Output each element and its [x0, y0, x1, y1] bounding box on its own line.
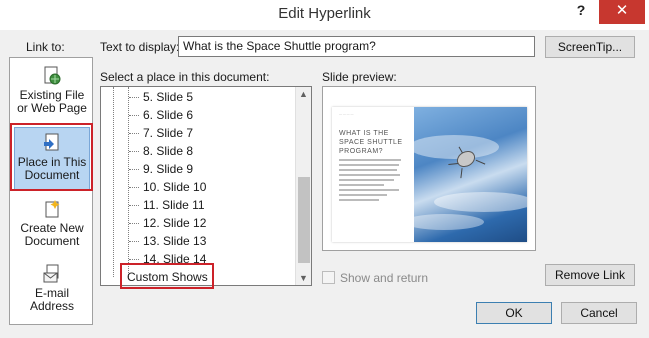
ok-button[interactable]: OK [476, 302, 552, 324]
slide-thumbnail: — — — — WHAT IS THE SPACE SHUTTLE PROGRA… [332, 107, 527, 242]
tree-item-label: 7. Slide 7 [143, 126, 194, 140]
link-to-label: Link to: [26, 40, 65, 54]
window-title: Edit Hyperlink [278, 5, 371, 22]
link-existing-file-line2: or Web Page [17, 101, 87, 115]
tree-item-label: 5. Slide 5 [143, 90, 194, 104]
link-create-new-document[interactable]: Create New Document [14, 199, 90, 259]
link-to-panel: Existing File or Web Page Place in This … [9, 57, 93, 325]
help-button[interactable]: ? [570, 2, 592, 22]
link-create-line1: Create New [20, 221, 84, 235]
link-create-line2: Document [24, 234, 80, 248]
tree-item-slide-7[interactable]: 7. Slide 7 [129, 124, 194, 142]
tree-item-slide-5[interactable]: 5. Slide 5 [129, 88, 194, 106]
tree-item-slide-9[interactable]: 9. Slide 9 [129, 160, 194, 178]
tree-item-label: 8. Slide 8 [143, 144, 194, 158]
link-email-line2: Address [29, 299, 75, 313]
link-email-address[interactable]: E-mail Address [14, 264, 90, 324]
satellite-photo [414, 107, 527, 242]
tree-guide-outer [113, 87, 114, 277]
slide-body-text-lines [339, 159, 407, 204]
show-and-return-checkbox[interactable] [322, 271, 335, 284]
show-and-return-label: Show and return [340, 271, 429, 285]
tree-scrollbar[interactable]: ▲ ▼ [295, 87, 311, 285]
place-tree[interactable]: 5. Slide 5 6. Slide 6 7. Slide 7 8. Slid… [100, 86, 312, 286]
text-to-display-label: Text to display: [100, 40, 180, 54]
link-existing-file-line1: Existing File [19, 88, 85, 102]
scroll-down-arrow-icon[interactable]: ▼ [299, 273, 308, 283]
slide-preview-label: Slide preview: [322, 70, 397, 84]
tree-item-label: 6. Slide 6 [143, 108, 194, 122]
select-place-label: Select a place in this document: [100, 70, 270, 84]
tree-item-label: 12. Slide 12 [143, 216, 207, 230]
tree-item-slide-8[interactable]: 8. Slide 8 [129, 142, 194, 160]
tree-item-label: 9. Slide 9 [143, 162, 194, 176]
tree-item-slide-11[interactable]: 11. Slide 11 [129, 196, 205, 214]
tree-item-slide-12[interactable]: 12. Slide 12 [129, 214, 207, 232]
scroll-up-arrow-icon[interactable]: ▲ [299, 89, 308, 99]
tree-item-label: 11. Slide 11 [143, 198, 205, 212]
screentip-button[interactable]: ScreenTip... [545, 36, 635, 58]
scroll-thumb[interactable] [298, 177, 310, 263]
remove-link-button[interactable]: Remove Link [545, 264, 635, 286]
tree-item-slide-10[interactable]: 10. Slide 10 [129, 178, 207, 196]
text-to-display-input[interactable]: What is the Space Shuttle program? [178, 36, 535, 57]
cancel-button[interactable]: Cancel [561, 302, 637, 324]
link-email-line1: E-mail [34, 286, 69, 300]
globe-file-icon [42, 66, 62, 86]
title-bar: Edit Hyperlink ? ✕ [0, 0, 649, 30]
tree-item-slide-6[interactable]: 6. Slide 6 [129, 106, 194, 124]
slide-title: WHAT IS THE SPACE SHUTTLE PROGRAM? [339, 130, 403, 155]
tree-item-slide-13[interactable]: 13. Slide 13 [129, 232, 207, 250]
slide-header-line-icon: — — — — [339, 112, 354, 116]
link-existing-file[interactable]: Existing File or Web Page [14, 66, 90, 126]
new-document-icon [42, 199, 62, 219]
highlight-place-in-document [10, 123, 93, 191]
tree-item-label: 13. Slide 13 [143, 234, 207, 248]
highlight-custom-shows [120, 263, 214, 289]
tree-item-label: 10. Slide 10 [143, 180, 207, 194]
slide-preview: — — — — WHAT IS THE SPACE SHUTTLE PROGRA… [322, 86, 536, 251]
close-button[interactable]: ✕ [599, 0, 645, 24]
email-icon [42, 264, 62, 284]
